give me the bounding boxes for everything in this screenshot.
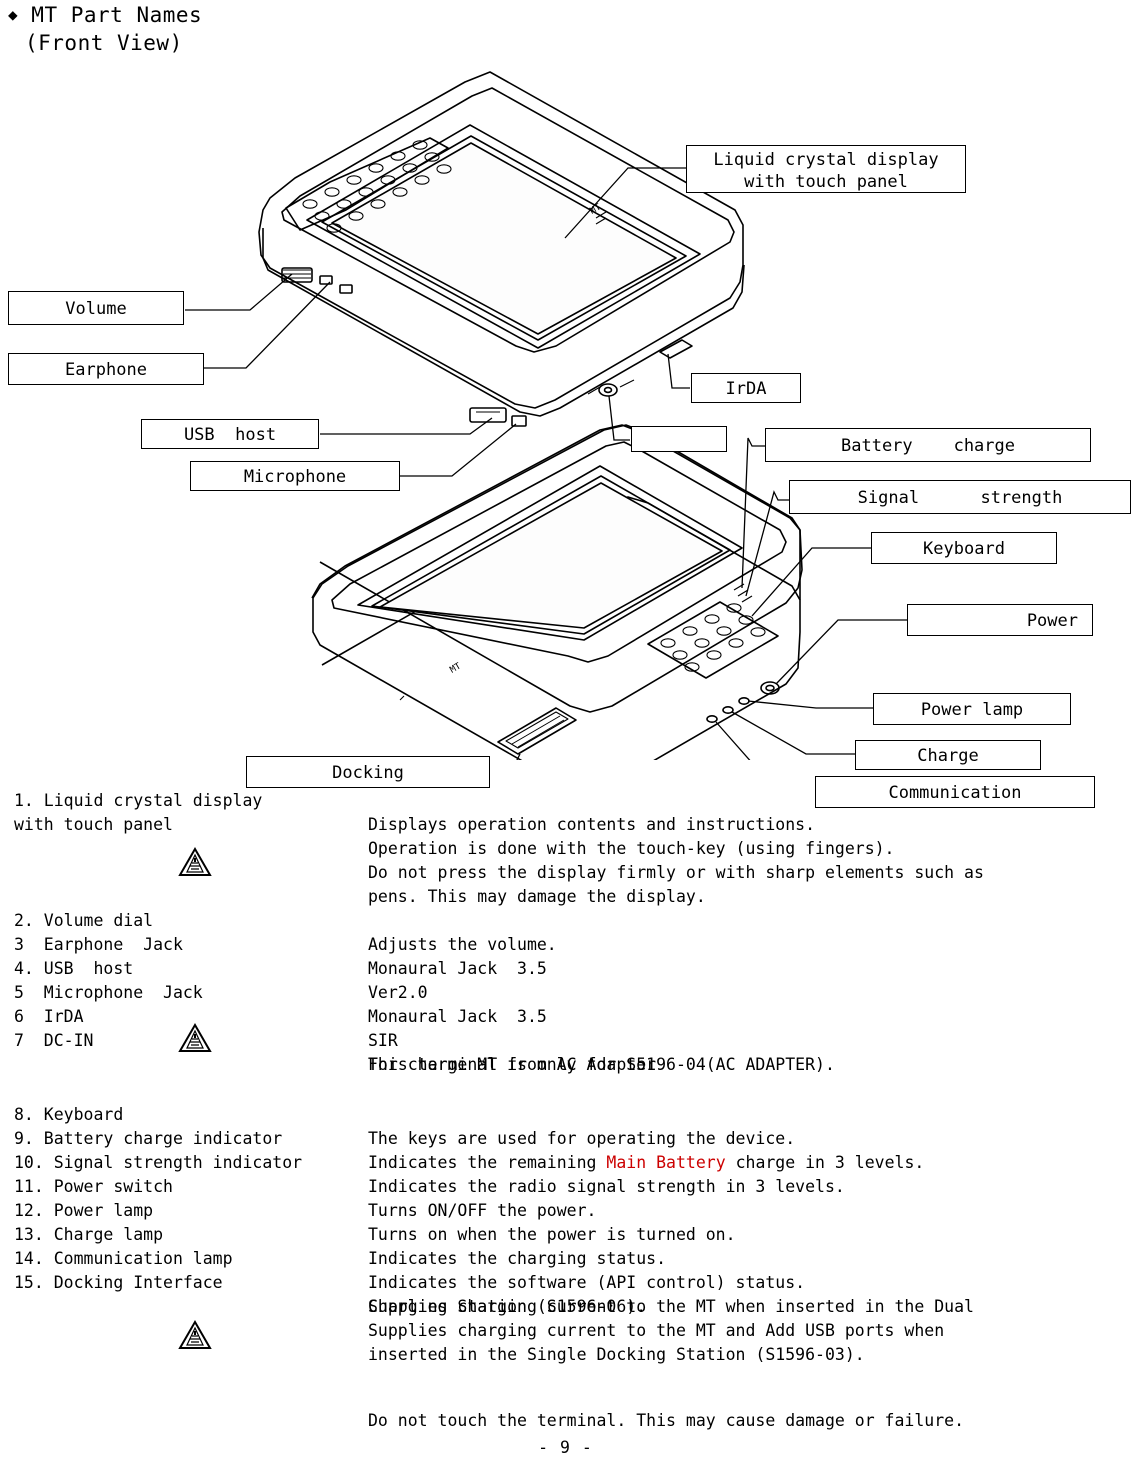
list-item: Do not press the display firmly or with … <box>0 837 1131 882</box>
diamond-bullet-icon: ◆ <box>8 5 19 24</box>
list-item: 10. Signal strength indicator Indicates … <box>0 1127 1131 1196</box>
list-item: 14. Communication lamp Indicates the sof… <box>0 1223 1131 1292</box>
list-item: 15. Docking Interface Supplies charging … <box>0 1247 1131 1316</box>
page-subtitle: (Front View) <box>25 31 183 55</box>
page-title: ◆ MT Part Names <box>8 0 202 30</box>
list-item: 8. Keyboard The keys are used for operat… <box>0 1079 1131 1148</box>
list-item: 9. Battery charge indicator Indicates th… <box>0 1103 1131 1172</box>
list-item: 11. Power switch Turns ON/OFF the power. <box>0 1151 1131 1220</box>
callout-keyboard: Keyboard <box>871 532 1057 564</box>
list-item: 5 Microphone Jack Monaural Jack 3.5 <box>0 957 1131 1026</box>
callout-power-lamp: Power lamp <box>873 693 1071 725</box>
callout-power-switch: Power <box>907 604 1093 636</box>
list-item: Supplies charging current to the MT and … <box>0 1295 1131 1340</box>
brand-mark-bottom: MT <box>449 661 464 675</box>
callout-docking-interface: Docking <box>246 756 490 788</box>
callout-earphone: Earphone <box>8 353 204 385</box>
list-item: inserted in the Single Docking Station (… <box>0 1319 1131 1364</box>
list-item: 2. Volume dial Adjusts the volume. <box>0 885 1131 954</box>
manual-page: ◆ MT Part Names (Front View) MT MT Liqui… <box>0 0 1131 1475</box>
part-description-list: 1. Liquid crystal display Displays opera… <box>0 765 1131 1430</box>
list-item: 7 DC-IN For charge MT from AC Adapter <box>0 1005 1131 1074</box>
device-diagram: MT MT Liquid crystal display with touch … <box>0 60 1131 808</box>
callout-usb-host: USB host <box>141 419 319 449</box>
callout-dc-in <box>631 426 727 452</box>
callout-battery-charge-indicator: Battery charge <box>765 428 1091 462</box>
list-item: This terminal is only for S5196-04(AC AD… <box>0 1029 1131 1074</box>
list-item: Operation is done with the touch-key (us… <box>0 813 1131 858</box>
callout-communication-lamp: Communication <box>815 776 1095 808</box>
callout-signal-strength-indicator: Signal strength <box>789 480 1131 514</box>
callout-charge-lamp: Charge <box>855 740 1041 770</box>
callout-volume: Volume <box>8 291 184 325</box>
callout-irda: IrDA <box>691 373 801 403</box>
page-title-text: MT Part Names <box>31 3 203 27</box>
page-number: - 9 - <box>538 1438 593 1457</box>
list-item: pens. This may damage the display. <box>0 861 1131 906</box>
list-item: 6 IrDA SIR <box>0 981 1131 1050</box>
list-item: 13. Charge lamp Indicates the charging s… <box>0 1199 1131 1268</box>
callout-microphone: Microphone <box>190 461 400 491</box>
list-item: 4. USB host Ver2.0 <box>0 933 1131 1002</box>
list-item: 3 Earphone Jack Monaural Jack 3.5 <box>0 909 1131 978</box>
callout-lcd: Liquid crystal display with touch panel <box>686 145 966 193</box>
list-item: Do not touch the terminal. This may caus… <box>0 1385 1131 1430</box>
list-item: 12. Power lamp Turns on when the power i… <box>0 1175 1131 1244</box>
list-item-desc: Do not touch the terminal. This may caus… <box>368 1411 965 1430</box>
list-item: Charging Station (S1596-06). <box>0 1271 1131 1316</box>
